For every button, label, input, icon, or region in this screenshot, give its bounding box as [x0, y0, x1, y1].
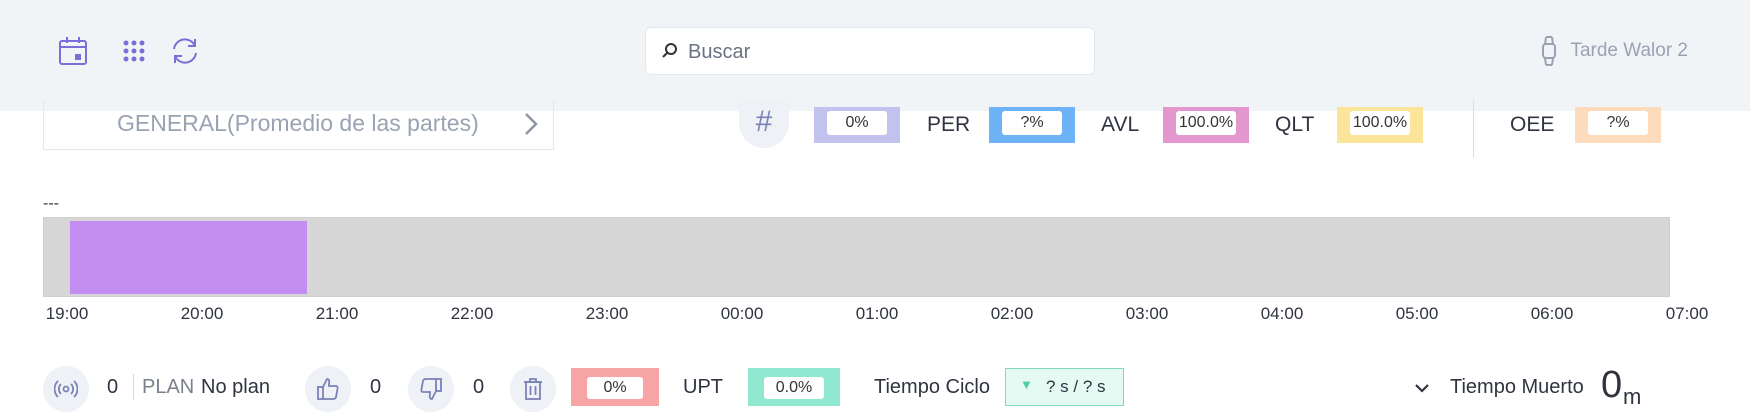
signal-count: 0 [107, 376, 119, 398]
good-count: 0 [370, 376, 382, 398]
timeline-tick: 01:00 [855, 304, 899, 323]
avl-kpi: 100.0% [1163, 107, 1249, 143]
cycle-time-value: ? s / ? s [1046, 377, 1106, 396]
timeline-tick: 05:00 [1395, 304, 1439, 323]
timeline-caption: --- [43, 195, 59, 212]
plan-divider [133, 374, 134, 400]
watch-icon [1542, 36, 1557, 66]
timeline-tick: 21:00 [315, 304, 359, 323]
per-kpi-value: ?% [1002, 111, 1062, 135]
chevron-right-icon [525, 113, 538, 135]
top-bar: Tarde Walor 2 [0, 0, 1750, 111]
calendar-icon[interactable] [56, 34, 90, 68]
search-box [645, 27, 1095, 75]
grid-icon[interactable] [117, 34, 151, 68]
timeline-tick: 23:00 [585, 304, 629, 323]
refresh-icon[interactable] [168, 34, 202, 68]
timeline-tick: 07:00 [1665, 304, 1709, 323]
triangle-down-icon: ▼ [1020, 377, 1033, 392]
upt-kpi-value: 0.0% [764, 377, 824, 399]
oee-kpi: ?% [1575, 107, 1661, 143]
part-selector[interactable]: GENERAL(Promedio de las partes) [43, 100, 554, 150]
thumbs-up-icon[interactable] [305, 366, 351, 412]
scrap-kpi: 0% [571, 368, 659, 406]
timeline-bar [43, 217, 1670, 297]
upt-label: UPT [683, 376, 723, 398]
bad-count: 0 [473, 376, 485, 398]
signal-icon[interactable] [43, 366, 89, 412]
hash-icon[interactable]: # [739, 100, 789, 148]
kpi-divider [1473, 100, 1474, 158]
per-label: PER [927, 113, 971, 136]
cycle-time-label: Tiempo Ciclo [874, 376, 990, 398]
count-kpi-value: 0% [827, 111, 887, 135]
timeline-tick: 04:00 [1260, 304, 1304, 323]
avl-kpi-value: 100.0% [1176, 111, 1236, 135]
dead-time-unit: m [1623, 384, 1642, 409]
oee-kpi-value: ?% [1588, 111, 1648, 135]
scrap-kpi-value: 0% [587, 377, 643, 399]
timeline-tick: 02:00 [990, 304, 1034, 323]
status-row: 0 PLAN No plan 0 0 0% UPT 0.0% Tiempo Ci… [0, 364, 1750, 412]
per-kpi: ?% [989, 107, 1075, 143]
dead-time-label: Tiempo Muerto [1450, 376, 1584, 398]
timeline-tick: 20:00 [180, 304, 224, 323]
avl-label: AVL [1101, 113, 1140, 136]
user-menu[interactable]: Tarde Walor 2 [1538, 34, 1688, 68]
qlt-kpi-value: 100.0% [1350, 111, 1410, 135]
timeline-tick: 03:00 [1125, 304, 1169, 323]
timeline-segment[interactable] [70, 221, 307, 294]
thumbs-down-icon[interactable] [408, 366, 454, 412]
oee-label: OEE [1510, 113, 1555, 136]
user-name: Tarde Walor 2 [1570, 40, 1688, 61]
part-selector-label: GENERAL(Promedio de las partes) [117, 110, 479, 136]
plan-value: No plan [201, 376, 270, 398]
count-kpi: 0% [814, 107, 900, 143]
timeline-tick: 19:00 [45, 304, 89, 323]
search-input[interactable] [686, 37, 1080, 67]
upt-kpi: 0.0% [748, 368, 840, 406]
timeline-tick: 22:00 [450, 304, 494, 323]
chevron-down-icon[interactable] [1412, 378, 1432, 398]
dead-time-value: 0 [1601, 364, 1623, 406]
qlt-label: QLT [1275, 113, 1315, 136]
qlt-kpi: 100.0% [1337, 107, 1423, 143]
plan-label: PLAN [142, 376, 195, 398]
timeline-tick: 06:00 [1530, 304, 1574, 323]
search-icon [662, 43, 677, 58]
timeline-tick: 00:00 [720, 304, 764, 323]
trash-icon[interactable] [510, 366, 556, 412]
cycle-time-badge[interactable]: ▼ ? s / ? s [1005, 368, 1124, 406]
